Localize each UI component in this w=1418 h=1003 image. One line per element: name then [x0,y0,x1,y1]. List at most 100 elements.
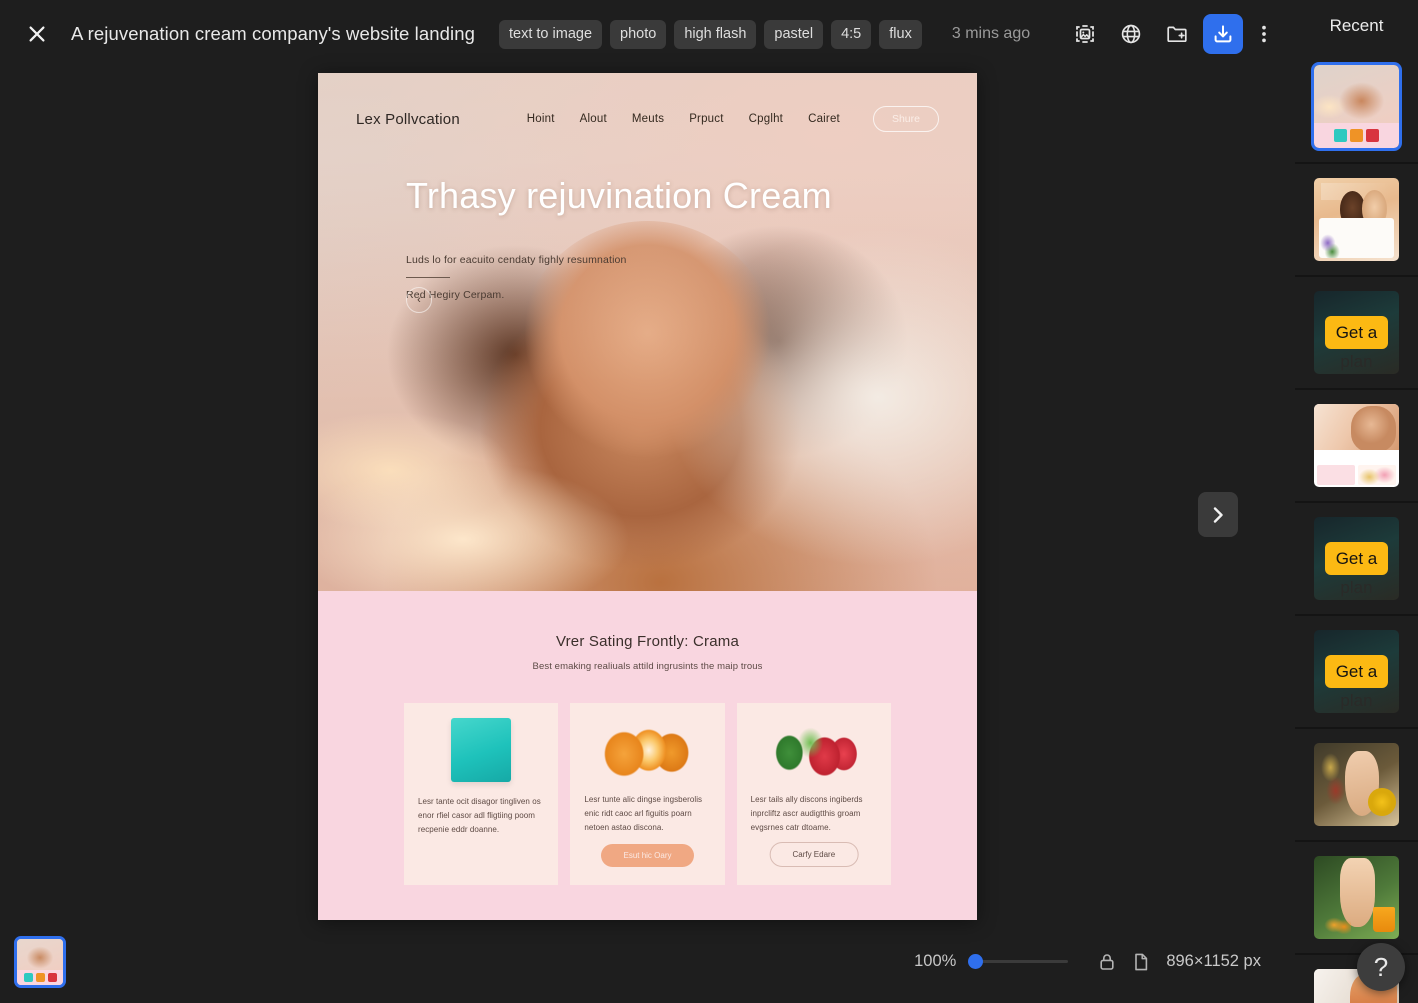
folder-plus-icon [1167,26,1187,43]
plan-ghost-text-3: plan [1340,691,1373,710]
mock-hero-subtitle-2: Red Hegiry Cerpam. [406,289,505,301]
chip-model[interactable]: flux [879,19,922,49]
zoom-slider-thumb[interactable] [968,954,984,969]
mock-hero-copy: Trhasy rejuvination Cream Luds lo for ea… [406,175,937,301]
mini-chip-orange [35,972,45,982]
bottom-toolbar: 100% 896×1152 px [0,920,1295,1003]
mock-nav-cta-button[interactable]: Shure [872,106,939,132]
mock-nav-link-about[interactable]: Alout [580,113,607,125]
filmstrip-thumb-1-hero [17,938,63,970]
zoom-level-label: 100% [914,952,957,970]
pouch-image [451,718,512,782]
lock-icon [1100,953,1114,970]
oranges-image [603,718,692,780]
chip-pastel[interactable]: pastel [764,19,824,49]
recent-thumbnail-list: Get a plan Get a plan Get a plan [1295,51,1418,1003]
get-a-plan-button-2[interactable]: Get a [1325,542,1388,575]
lock-aspect-button[interactable] [1090,945,1124,979]
recent-thumb-serum-divider [1314,450,1399,464]
recent-item-5[interactable]: Get a plan [1295,503,1418,614]
mock-hero-divider [406,277,450,278]
recent-thumb-feet-grass [1314,856,1399,939]
plan-ghost-text-1: plan [1340,352,1373,371]
chip-text-to-image[interactable]: text to image [499,19,603,49]
recent-thumb-landing-cards [1314,123,1399,148]
chip-aspect-ratio[interactable]: 4:5 [831,19,872,49]
help-button[interactable]: ? [1357,943,1405,991]
mock-hero-prev-button[interactable]: ‹ [406,287,432,313]
mock-card-2-button[interactable]: Esut hic Oary [601,844,694,867]
mini-chip-red [47,972,57,982]
zoom-slider[interactable] [968,954,1069,969]
page-icon [1135,953,1148,970]
recent-thumb-bowl [1367,787,1397,817]
download-button[interactable] [1203,14,1243,54]
close-button[interactable] [20,17,54,51]
filmstrip-thumb-1-cards [17,969,63,985]
translate-globe-button[interactable] [1111,14,1151,54]
image-viewer-app: A rejuvenation cream company's website l… [0,0,1418,1003]
recent-thumb-juice-glass [1372,907,1395,933]
mock-feature-section: Vrer Sating Frontly: Crama Best emaking … [318,591,977,920]
recent-item-8[interactable] [1295,842,1418,953]
mock-card-1[interactable]: Lesr tante ocit disagor tingliven os eno… [404,703,559,885]
mock-card-3[interactable]: Lesr tails ally discons ingiberds inprcl… [736,703,891,885]
kebab-menu-icon [1262,25,1266,43]
generated-image[interactable]: Lex Pollvcation Hoint Alout Meuts Prpuct… [318,73,977,920]
image-dimensions-label: 896×1152 px [1166,952,1261,970]
recent-thumb-serum-face [1351,405,1396,453]
mock-feature-title: Vrer Sating Frontly: Crama [555,633,740,650]
recent-sidebar: Recent Get a plan Get a plan Get a plan … [1295,0,1418,1003]
mock-nav-link-home[interactable]: Hoint [527,113,555,125]
mock-hero-subtitle: Luds lo for eacuito cendaty fighly resum… [406,254,627,266]
more-options-button[interactable] [1249,14,1279,54]
chip-high-flash[interactable]: high flash [674,19,757,49]
recent-thumb-plan-2: Get a plan [1314,517,1399,600]
mock-nav-link-product[interactable]: Prpuct [689,113,723,125]
chip-photo[interactable]: photo [610,19,667,49]
page-size-button[interactable] [1124,945,1158,979]
recent-thumb-plan-1: Get a plan [1314,291,1399,374]
recent-item-4[interactable] [1295,390,1418,501]
mock-hero-title: Trhasy rejuvination Cream [406,175,832,216]
recent-thumb-duo-lavender [1319,232,1342,258]
mini-chip-teal [23,972,33,982]
thumb-chip-red [1366,129,1379,143]
sidebar-title: Recent [1295,0,1418,51]
mock-nav-link-contact[interactable]: Cairet [808,113,840,125]
thumb-chip-orange [1350,129,1363,143]
recent-thumb-duo [1314,178,1399,261]
mock-feature-subtitle: Best emaking realiuals attild ingrusints… [532,661,763,672]
mock-nav-link-cpglht[interactable]: Cpglht [749,113,783,125]
mock-card-3-text: Lesr tails ally discons ingiberds inprcl… [750,795,863,832]
berries-image [769,718,858,780]
recent-item-6[interactable]: Get a plan [1295,616,1418,727]
mock-hero-section: Lex Pollvcation Hoint Alout Meuts Prpuct… [318,73,977,591]
thumb-chip-teal [1334,129,1347,143]
filmstrip-thumb-1[interactable] [14,935,66,988]
recent-thumb-serum [1314,404,1399,487]
recent-item-7[interactable] [1295,729,1418,840]
mock-card-3-button[interactable]: Carfy Edare [769,842,859,867]
image-stage: Lex Pollvcation Hoint Alout Meuts Prpuct… [0,68,1295,920]
get-a-plan-button-1[interactable]: Get a [1325,316,1388,349]
close-icon [29,26,45,42]
image-frame-button[interactable] [1065,14,1105,54]
page-title: A rejuvenation cream company's website l… [71,23,481,44]
recent-item-2[interactable] [1295,164,1418,275]
mock-card-2[interactable]: Lesr tunte alic dingse ingsberolis enic … [570,703,725,885]
recent-item-1[interactable] [1295,51,1418,162]
mock-site-navbar: Lex Pollvcation Hoint Alout Meuts Prpuct… [318,106,977,132]
recent-item-3[interactable]: Get a plan [1295,277,1418,388]
new-folder-button[interactable] [1157,14,1197,54]
recent-thumb-landing [1311,62,1402,151]
filmstrip [14,935,66,988]
mock-hero-overlay [318,73,977,591]
globe-icon [1121,24,1141,44]
get-a-plan-button-3[interactable]: Get a [1325,655,1388,688]
recent-thumb-fruit [1322,915,1352,935]
mock-nav-link-meuts[interactable]: Meuts [632,113,664,125]
toolbar-actions [1065,14,1279,54]
next-image-button[interactable] [1198,492,1238,537]
top-toolbar: A rejuvenation cream company's website l… [0,0,1295,68]
